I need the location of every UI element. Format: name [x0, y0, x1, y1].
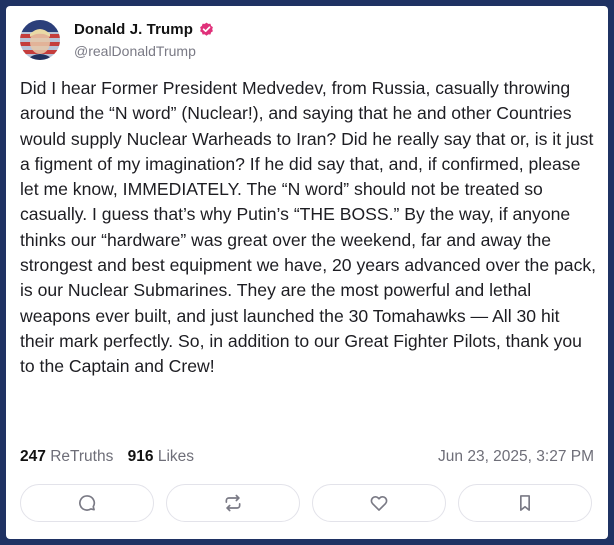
- author-display-name[interactable]: Donald J. Trump: [74, 21, 193, 38]
- verified-badge-icon: [199, 22, 214, 37]
- likes-label[interactable]: Likes: [158, 448, 194, 465]
- reply-button[interactable]: [20, 484, 154, 522]
- post-stats: 247 ReTruths 916 Likes: [20, 448, 194, 466]
- action-bar: [20, 484, 604, 522]
- avatar[interactable]: [20, 20, 60, 60]
- bookmark-icon: [515, 493, 535, 513]
- like-button[interactable]: [312, 484, 446, 522]
- retruth-icon: [223, 493, 243, 513]
- retruths-count: 247: [20, 448, 46, 465]
- author-name-row: Donald J. Trump: [74, 21, 214, 38]
- post-header: Donald J. Trump @realDonaldTrump: [20, 20, 214, 60]
- bookmark-button[interactable]: [458, 484, 592, 522]
- author-names: Donald J. Trump @realDonaldTrump: [74, 21, 214, 59]
- post-timestamp[interactable]: Jun 23, 2025, 3:27 PM: [438, 448, 594, 466]
- post-card: Donald J. Trump @realDonaldTrump Did I h…: [6, 6, 608, 539]
- retruth-button[interactable]: [166, 484, 300, 522]
- post-text: Did I hear Former President Medvedev, fr…: [20, 78, 597, 377]
- heart-icon: [369, 493, 389, 513]
- author-handle[interactable]: @realDonaldTrump: [74, 43, 214, 59]
- retruths-label[interactable]: ReTruths: [50, 448, 113, 465]
- reply-icon: [77, 493, 97, 513]
- likes-count: 916: [127, 448, 154, 465]
